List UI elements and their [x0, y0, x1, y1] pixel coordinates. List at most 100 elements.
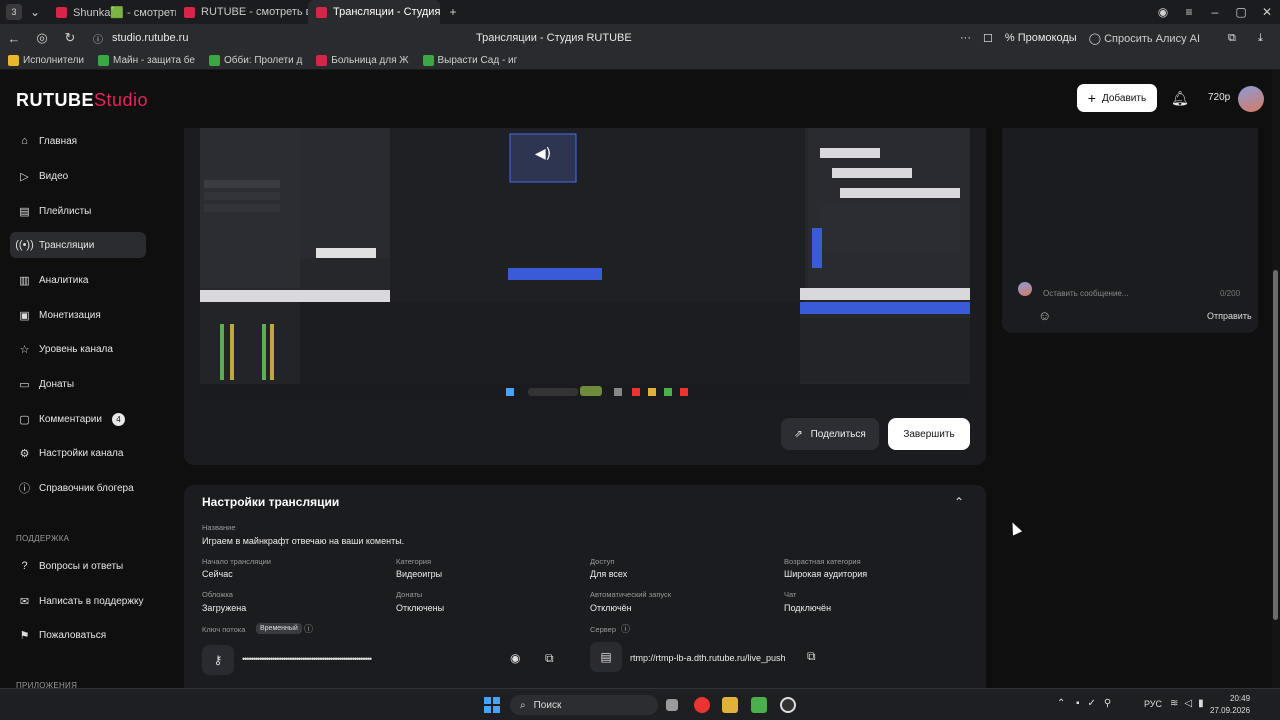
- browser-tab-2[interactable]: RUTUBE - смотреть виде: [176, 0, 308, 24]
- key-icon-button[interactable]: ⚷: [202, 645, 234, 675]
- bookmark-item[interactable]: Вырасти Сад - иг: [422, 55, 517, 66]
- collections-icon[interactable]: ⧉: [1228, 32, 1236, 45]
- obs-screen-capture-image: ◀): [200, 128, 970, 400]
- taskbar-search[interactable]: ⌕ Поиск: [510, 695, 658, 715]
- server-label: Сервер: [590, 625, 617, 634]
- site-info-icon[interactable]: ⓘ: [84, 31, 112, 46]
- stream-key-label: Ключ потока: [202, 625, 246, 634]
- sidebar-item-faq[interactable]: ? Вопросы и ответы: [10, 553, 146, 579]
- reload-icon[interactable]: ↻: [56, 30, 84, 46]
- chart-icon: ▥: [19, 274, 30, 287]
- hamburger-menu-icon[interactable]: ≡: [1176, 5, 1202, 19]
- sidebar-item-contact-support[interactable]: ✉ Написать в поддержку: [10, 588, 146, 614]
- emoji-icon[interactable]: ☺: [1038, 308, 1051, 323]
- stream-preview-video[interactable]: ◀): [200, 128, 970, 400]
- sidebar-item-channel-level[interactable]: ☆ Уровень канала: [10, 336, 146, 362]
- donate-icon: ▭: [19, 378, 30, 391]
- quality-label[interactable]: 720p: [1208, 92, 1230, 103]
- profile-avatar-icon[interactable]: ◉: [1150, 5, 1176, 19]
- alice-button[interactable]: ◯ Спросить Алису AI: [1089, 32, 1200, 45]
- sidebar-item-report[interactable]: ⚑ Пожаловаться: [10, 622, 146, 648]
- broadcast-icon: ((•)): [15, 239, 34, 251]
- show-key-eye-icon[interactable]: ◉: [510, 651, 520, 665]
- help-icon[interactable]: ⓘ: [621, 622, 630, 635]
- task-view-icon[interactable]: [666, 699, 678, 711]
- question-icon: ?: [21, 560, 28, 572]
- sidebar-item-channel-settings[interactable]: ⚙ Настройки канала: [10, 440, 146, 466]
- sidebar-item-donations[interactable]: ▭ Донаты: [10, 371, 146, 397]
- stream-key-value: ••••••••••••••••••••••••••••••••••••••••…: [242, 654, 372, 664]
- collapse-chevron-icon[interactable]: ⌃: [954, 495, 964, 509]
- browser-tab-3[interactable]: Трансляции - Студия R: [308, 0, 440, 24]
- age-label: Возрастная категория: [784, 557, 861, 566]
- plus-icon: +: [1087, 90, 1096, 106]
- minecraft-icon[interactable]: [751, 697, 767, 713]
- sidebar-item-playlists[interactable]: ▤ Плейлисты: [10, 198, 146, 224]
- chat-message-input[interactable]: Оставить сообщение...: [1043, 289, 1129, 298]
- sidebar-item-comments[interactable]: ▢ Комментарии 4: [10, 406, 146, 432]
- support-section-title: ПОДДЕРЖКА: [16, 534, 70, 543]
- more-icon[interactable]: ···: [960, 32, 971, 44]
- page-scrollbar-thumb[interactable]: [1273, 270, 1278, 620]
- autostart-label: Автоматический запуск: [590, 590, 672, 599]
- sidebar-item-analytics[interactable]: ▥ Аналитика: [10, 267, 146, 293]
- add-button[interactable]: + Добавить: [1077, 84, 1157, 112]
- flag-icon: ⚑: [19, 629, 30, 642]
- server-icon-button[interactable]: ▤: [590, 642, 622, 672]
- url-text[interactable]: studio.rutube.ru: [112, 32, 472, 44]
- promo-button[interactable]: % Промокоды: [1005, 32, 1077, 44]
- cover-label: Обложка: [202, 590, 233, 599]
- bookmark-item[interactable]: Обби: Пролети д: [208, 55, 302, 66]
- bookmark-item[interactable]: Больница для Ж: [316, 55, 409, 66]
- windows-start-icon[interactable]: [484, 697, 500, 713]
- help-icon[interactable]: ⓘ: [304, 622, 313, 635]
- sidebar-item-home[interactable]: ⌂ Главная: [10, 128, 146, 154]
- browser-tab-1[interactable]: Shunka🟩 - смотреть он: [48, 0, 176, 24]
- sidebar-item-blogger-guide[interactable]: ⓘ Справочник блогера: [10, 475, 146, 501]
- bookmarks-bar: Исполнители Майн - защита бе Обби: Проле…: [0, 52, 1280, 70]
- restore-icon[interactable]: ▢: [1228, 5, 1254, 19]
- file-explorer-icon[interactable]: [722, 697, 738, 713]
- back-icon[interactable]: ←: [0, 31, 28, 46]
- sidebar-item-broadcasts[interactable]: ((•)) Трансляции: [10, 232, 146, 258]
- autostart-value: Отключён: [590, 603, 632, 613]
- yandex-browser-icon[interactable]: [694, 697, 710, 713]
- copy-server-icon[interactable]: ⧉: [807, 649, 816, 664]
- download-icon[interactable]: ⤓: [1258, 32, 1263, 45]
- bookmark-item[interactable]: Майн - защита бе: [98, 55, 195, 66]
- svg-text:◀): ◀): [535, 146, 551, 162]
- mail-icon: ✉: [19, 595, 30, 608]
- network-volume-icons[interactable]: ≋◁▮: [1170, 698, 1210, 709]
- bookmark-icon[interactable]: ☐: [983, 32, 993, 45]
- minimize-icon[interactable]: –: [1202, 5, 1228, 19]
- category-value: Видеоигры: [396, 569, 443, 579]
- copy-key-icon[interactable]: ⧉: [545, 651, 554, 666]
- key-icon: ⚷: [213, 653, 223, 667]
- chat-send-button[interactable]: Отправить: [1207, 311, 1252, 321]
- language-indicator[interactable]: РУС: [1144, 699, 1162, 709]
- bookmark-item[interactable]: Исполнители: [8, 55, 84, 66]
- close-window-icon[interactable]: ✕: [1254, 5, 1280, 19]
- share-button[interactable]: ⇗ Поделиться: [781, 418, 879, 450]
- yandex-icon[interactable]: ◎: [28, 30, 56, 46]
- tab-list-icon[interactable]: ⌄: [22, 5, 48, 19]
- access-value: Для всех: [590, 569, 628, 579]
- money-icon: ▣: [19, 309, 30, 322]
- server-icon: ▤: [600, 650, 612, 664]
- tray-chevron-icon[interactable]: ⌃: [1057, 698, 1065, 709]
- donations-label: Донаты: [396, 590, 423, 599]
- sidebar-item-video[interactable]: ▷ Видео: [10, 163, 146, 189]
- rutube-studio-logo[interactable]: RUTUBEStudio: [16, 90, 148, 111]
- finish-broadcast-button[interactable]: Завершить: [888, 418, 970, 450]
- clock-date[interactable]: 27.09.2026: [1210, 706, 1250, 715]
- obs-icon[interactable]: [780, 697, 796, 713]
- sidebar-item-monetization[interactable]: ▣ Монетизация: [10, 302, 146, 328]
- browser-menu-icon[interactable]: 3: [6, 4, 22, 20]
- clock-time[interactable]: 20:49: [1230, 694, 1250, 703]
- bookmark-favicon-icon: [422, 55, 434, 66]
- new-tab-icon[interactable]: +: [440, 5, 466, 19]
- tray-app-icons[interactable]: ▪✓⚲: [1076, 698, 1119, 709]
- share-icon: ⇗: [794, 428, 803, 440]
- user-avatar[interactable]: [1238, 86, 1264, 112]
- notifications-bell-icon[interactable]: 🔔︎: [1171, 90, 1189, 107]
